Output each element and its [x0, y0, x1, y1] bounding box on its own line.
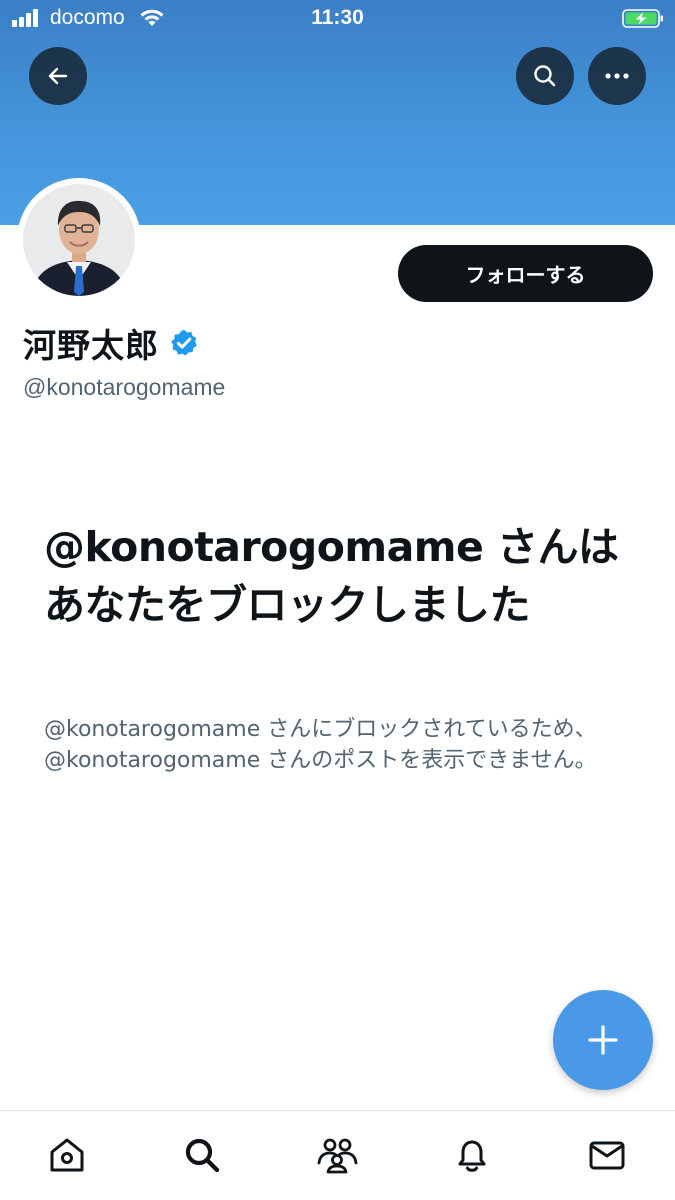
tab-home[interactable] — [45, 1133, 89, 1177]
search-button[interactable] — [516, 47, 574, 105]
back-button[interactable] — [29, 47, 87, 105]
tab-messages[interactable] — [585, 1133, 629, 1177]
communities-icon — [317, 1138, 358, 1174]
compose-post-button[interactable] — [553, 990, 653, 1090]
blocked-description: @konotarogomame さんにブロックされているため、@konotaro… — [44, 717, 597, 773]
tab-notifications[interactable] — [450, 1133, 494, 1177]
home-icon — [50, 1138, 84, 1172]
verified-badge-icon — [171, 329, 197, 356]
status-time: 11:30 — [311, 6, 364, 29]
battery-charging-icon — [622, 9, 663, 28]
more-options-button[interactable] — [588, 47, 646, 105]
profile-name-row: 河野太郎 — [23, 320, 199, 366]
search-icon — [534, 65, 556, 87]
follow-button[interactable]: フォローする — [398, 245, 653, 302]
tab-search[interactable] — [180, 1133, 224, 1177]
profile-handle: @konotarogomame — [23, 374, 226, 400]
more-horizontal-icon — [605, 73, 629, 79]
profile-avatar[interactable] — [17, 178, 141, 302]
bell-icon — [458, 1140, 486, 1172]
avatar-photo — [23, 184, 135, 296]
bottom-tab-bar — [0, 1110, 675, 1200]
arrow-left-icon — [48, 67, 68, 85]
status-bar: docomo 11:30 — [0, 0, 675, 38]
plus-icon — [588, 1025, 618, 1055]
mail-icon — [589, 1141, 625, 1170]
blocked-title: @konotarogomame さんはあなたをブロックしました — [44, 523, 619, 629]
search-icon — [185, 1138, 220, 1173]
tab-communities[interactable] — [315, 1133, 359, 1177]
display-name: 河野太郎 — [23, 326, 159, 365]
